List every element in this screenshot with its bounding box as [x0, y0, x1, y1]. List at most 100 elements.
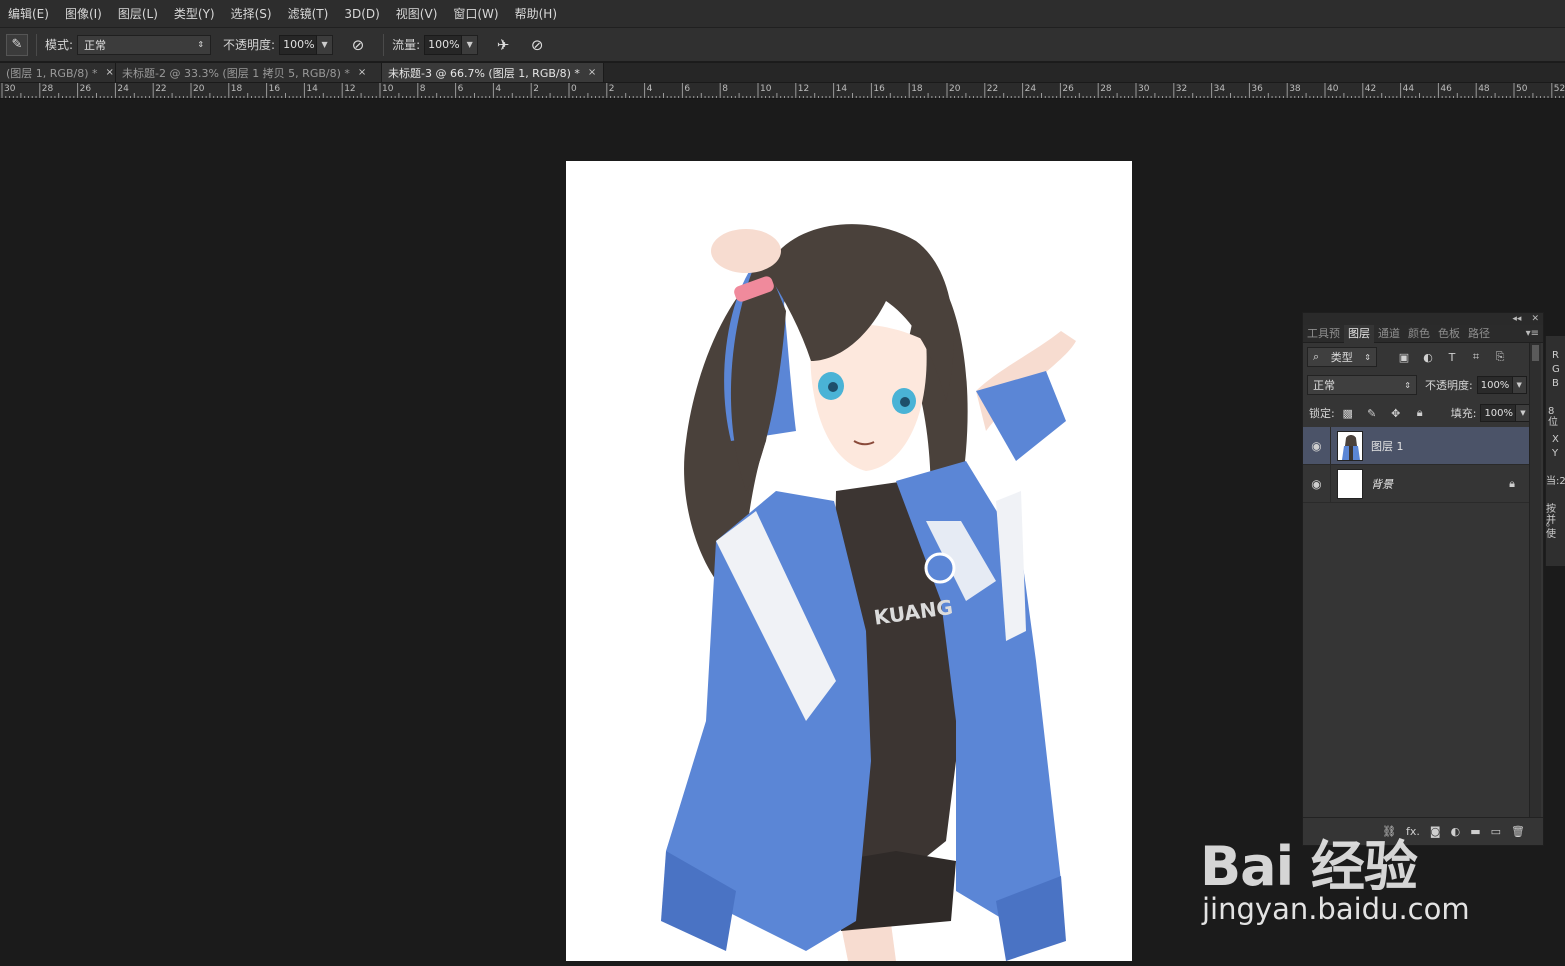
ruler-label: 14 — [306, 84, 318, 94]
document-canvas[interactable]: KUANG — [566, 161, 1132, 961]
updown-icon: ⇕ — [1404, 380, 1411, 390]
menu-image[interactable]: 图像(I) — [57, 0, 110, 28]
menu-view[interactable]: 视图(V) — [388, 0, 446, 28]
collapse-icon[interactable]: ◂◂ — [1512, 314, 1521, 324]
tab-paths[interactable]: 路径 — [1464, 325, 1494, 343]
close-icon[interactable]: × — [588, 67, 596, 78]
menu-filter[interactable]: 滤镜(T) — [280, 0, 337, 28]
dropdown-icon[interactable]: ▼ — [1512, 376, 1527, 394]
pressure-size-icon[interactable]: ⊘ — [526, 34, 548, 56]
smart-object-filter-icon[interactable]: ⎘ — [1491, 348, 1509, 366]
info-x: X — [1552, 434, 1559, 445]
blend-mode-select[interactable]: 正常 ⇕ — [1307, 375, 1417, 395]
ruler-label: 18 — [230, 84, 243, 94]
search-icon: ⌕ — [1313, 350, 1320, 363]
trash-icon[interactable]: 🗑︎ — [1511, 825, 1525, 838]
lock-position-icon[interactable]: ✥ — [1387, 404, 1405, 422]
pixel-filter-icon[interactable]: ▣ — [1395, 348, 1413, 366]
layer-opacity-label: 不透明度: — [1425, 379, 1473, 392]
layer1-thumbnail-image — [1338, 431, 1362, 460]
opacity-input[interactable]: 100% — [279, 34, 318, 55]
ruler-label: 40 — [1327, 84, 1339, 94]
opacity-dropdown-icon[interactable]: ▼ — [317, 34, 334, 55]
ruler-label: 6 — [684, 84, 691, 94]
panel-menu-icon[interactable]: ▾≡ — [1526, 328, 1539, 339]
panel-tabs: 工具预 图层 通道 颜色 色板 路径 ▾≡ — [1303, 324, 1543, 343]
menu-3d[interactable]: 3D(D) — [336, 0, 387, 28]
ruler-label: 0 — [571, 84, 577, 94]
ruler-label: 34 — [1213, 84, 1226, 94]
tab-channels[interactable]: 通道 — [1374, 325, 1404, 343]
adjustment-filter-icon[interactable]: ◐ — [1419, 348, 1437, 366]
menu-type[interactable]: 类型(Y) — [166, 0, 223, 28]
layer-thumbnail — [1337, 468, 1363, 499]
ruler-label: 32 — [1175, 84, 1188, 94]
tab-swatches[interactable]: 色板 — [1434, 325, 1464, 343]
watermark-logo: Bai 经验 — [1200, 835, 1418, 898]
tab-document-2[interactable]: 未标题-2 @ 33.3% (图层 1 拷贝 5, RGB/8) * × — [116, 63, 382, 82]
mode-select[interactable]: 正常 ⇕ — [77, 34, 212, 55]
tab-tool-presets[interactable]: 工具预 — [1303, 325, 1344, 343]
filter-row: ⌕ 类型 ⇕ ▣ ◐ T ⌗ ⎘ — [1303, 343, 1543, 371]
menu-bar: 编辑(E) 图像(I) 图层(L) 类型(Y) 选择(S) 滤镜(T) 3D(D… — [0, 0, 1565, 28]
lock-all-icon[interactable]: 🔒︎ — [1411, 404, 1429, 422]
fill-input[interactable]: 100% — [1480, 404, 1517, 422]
ruler-label: 16 — [268, 84, 281, 94]
ruler-label: 48 — [1478, 84, 1490, 94]
tab-document-3[interactable]: 未标题-3 @ 66.7% (图层 1, RGB/8) * × — [382, 63, 604, 82]
document-tabs: (图层 1, RGB/8) * × 未标题-2 @ 33.3% (图层 1 拷贝… — [0, 63, 1565, 83]
tab-label: (图层 1, RGB/8) * — [6, 66, 98, 80]
opacity-label: 不透明度: — [223, 38, 276, 52]
tab-color[interactable]: 颜色 — [1404, 325, 1434, 343]
lock-pixels-icon[interactable]: ✎ — [1363, 404, 1381, 422]
layer-opacity-input[interactable]: 100% — [1476, 376, 1513, 394]
layer-row-layer1[interactable]: ◉ 图层 1 — [1303, 426, 1529, 465]
updown-icon: ⇕ — [197, 40, 205, 49]
ruler-label: 44 — [1402, 84, 1415, 94]
panel-scrollbar[interactable] — [1529, 343, 1541, 817]
info-bitdepth: 8 位 — [1548, 406, 1558, 428]
watermark-url: jingyan.baidu.com — [1202, 892, 1470, 926]
menu-select[interactable]: 选择(S) — [223, 0, 280, 28]
horizontal-ruler[interactable]: 30 28 26 24 22 20 18 16 14 12 10 8 6 4 2 0 2 4 6 8 10 12 14 16 1… — [0, 83, 1565, 99]
ruler-label: 20 — [949, 84, 961, 94]
options-bar: ✎ 模式: 正常 ⇕ 不透明度: 100% ▼ ⊘ 流量: 100% ▼ ✈ ⊘ — [0, 28, 1565, 62]
ruler-label: 36 — [1251, 84, 1263, 94]
divider — [383, 33, 385, 56]
lock-label: 锁定: — [1309, 407, 1335, 420]
kind-filter-select[interactable]: ⌕ 类型 ⇕ — [1307, 347, 1377, 367]
layer-thumbnail — [1337, 430, 1363, 461]
info-hint-2: 。使 — [1546, 518, 1556, 540]
flow-input[interactable]: 100% — [424, 34, 463, 55]
menu-help[interactable]: 帮助(H) — [507, 0, 565, 28]
type-filter-icon[interactable]: T — [1443, 348, 1461, 366]
ruler-label: 8 — [419, 84, 426, 94]
ruler-label: 10 — [382, 84, 394, 94]
lock-icon: 🔒︎ — [1509, 476, 1515, 490]
ruler-label: 2 — [533, 84, 539, 94]
lock-transparency-icon[interactable]: ▩ — [1339, 404, 1357, 422]
close-icon[interactable]: × — [106, 67, 114, 78]
menu-layer[interactable]: 图层(L) — [110, 0, 166, 28]
menu-edit[interactable]: 编辑(E) — [0, 0, 57, 28]
visibility-eye-icon[interactable]: ◉ — [1303, 464, 1331, 503]
close-icon[interactable]: ✕ — [1531, 314, 1539, 324]
scrollbar-thumb[interactable] — [1532, 345, 1539, 361]
tab-label: 未标题-3 @ 66.7% (图层 1, RGB/8) * — [388, 66, 580, 80]
pressure-opacity-icon[interactable]: ⊘ — [347, 34, 369, 56]
airbrush-icon[interactable]: ✈ — [492, 34, 514, 56]
menu-window[interactable]: 窗口(W) — [445, 0, 506, 28]
tool-preset-icon[interactable]: ✎ — [6, 33, 28, 56]
flow-dropdown-icon[interactable]: ▼ — [462, 34, 479, 55]
tab-layers[interactable]: 图层 — [1344, 324, 1374, 343]
info-b: B — [1552, 378, 1559, 389]
ruler-label: 46 — [1440, 84, 1452, 94]
visibility-eye-icon[interactable]: ◉ — [1303, 426, 1331, 465]
ruler-label: 38 — [1289, 84, 1301, 94]
fill-label: 填充: — [1450, 407, 1477, 420]
ruler-label: 24 — [1024, 84, 1037, 94]
close-icon[interactable]: × — [358, 67, 366, 78]
layer-row-background[interactable]: ◉ 背景 🔒︎ — [1303, 464, 1529, 503]
shape-filter-icon[interactable]: ⌗ — [1467, 348, 1485, 366]
tab-document-1[interactable]: (图层 1, RGB/8) * × — [0, 63, 116, 82]
